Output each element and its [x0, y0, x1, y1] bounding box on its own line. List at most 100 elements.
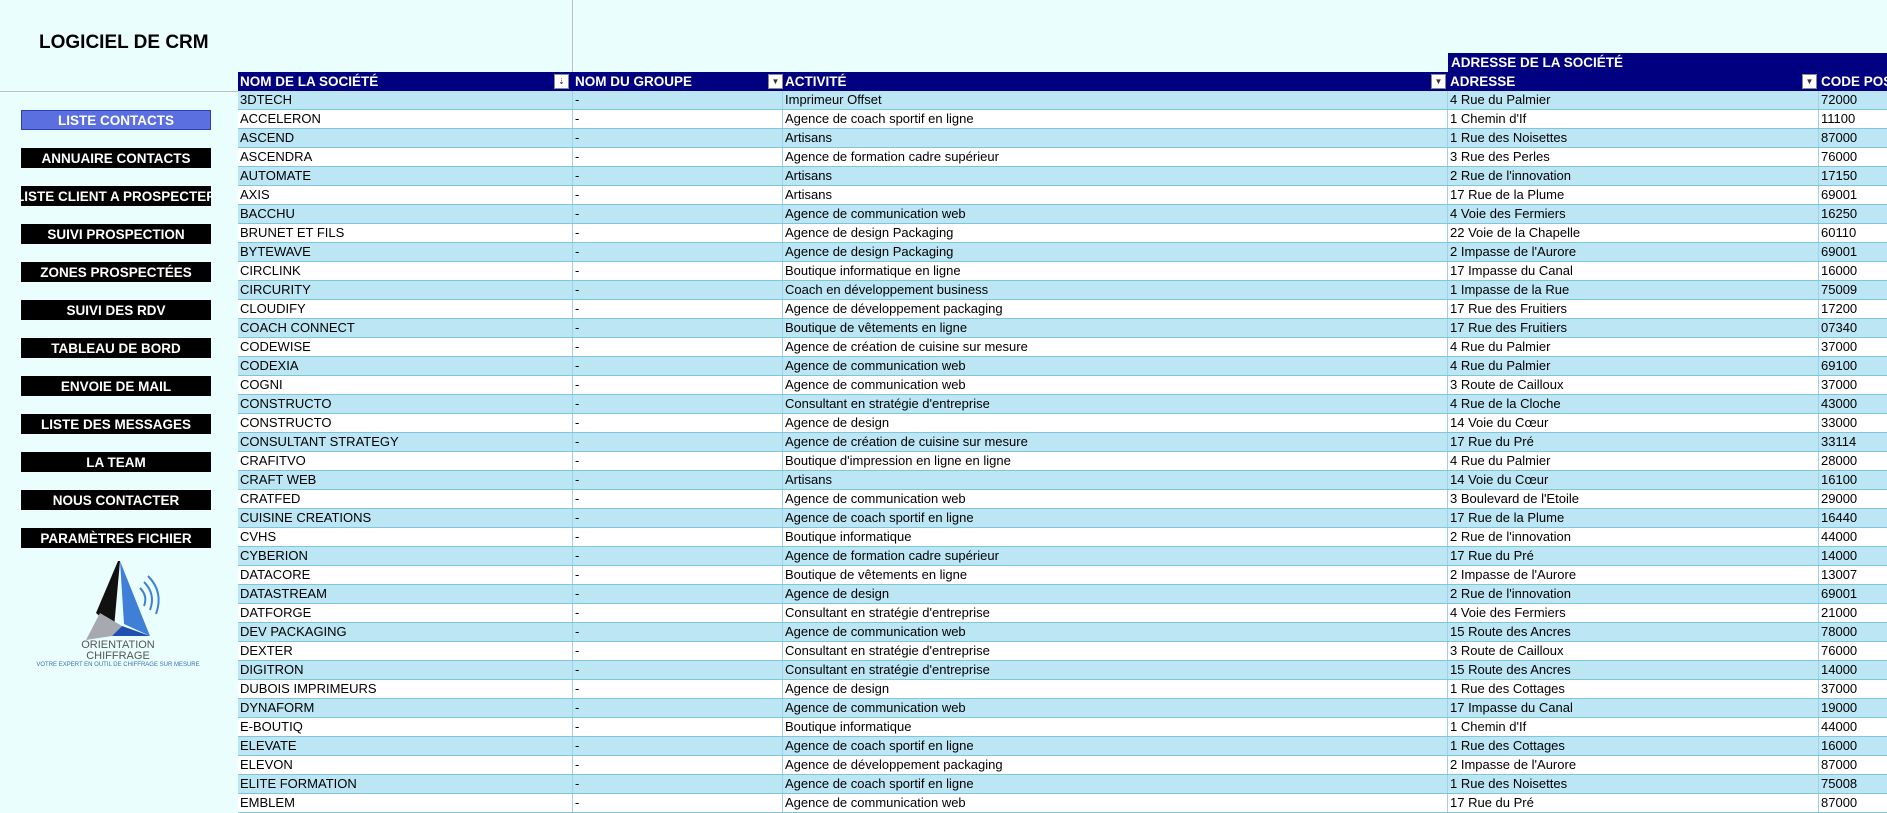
cell-address[interactable]: 4 Voie des Fermiers — [1448, 205, 1819, 223]
cell-address[interactable]: 17 Rue du Pré — [1448, 433, 1819, 451]
cell-group-name[interactable]: - — [573, 642, 783, 660]
cell-activity[interactable]: Boutique informatique en ligne — [783, 262, 1448, 280]
cell-postal-code[interactable]: 76000 — [1819, 148, 1887, 166]
table-row[interactable]: CVHS - Boutique informatique 2 Rue de l'inn… — [238, 528, 1887, 547]
cell-group-name[interactable]: - — [573, 756, 783, 774]
cell-group-name[interactable]: - — [573, 794, 783, 812]
cell-company-name[interactable]: DATASTREAM — [238, 585, 573, 603]
table-row[interactable]: ASCENDRA - Agence de formation cadre supér… — [238, 148, 1887, 167]
cell-group-name[interactable]: - — [573, 604, 783, 622]
cell-postal-code[interactable]: 69100 — [1819, 357, 1887, 375]
cell-postal-code[interactable]: 87000 — [1819, 756, 1887, 774]
nav-button-liste-client-a-prospecter[interactable]: LISTE CLIENT A PROSPECTER — [21, 186, 211, 206]
cell-address[interactable]: 3 Route de Cailloux — [1448, 642, 1819, 660]
cell-group-name[interactable]: - — [573, 338, 783, 356]
cell-address[interactable]: 4 Rue du Palmier — [1448, 452, 1819, 470]
cell-activity[interactable]: Agence de développement packaging — [783, 300, 1448, 318]
cell-address[interactable]: 4 Rue de la Cloche — [1448, 395, 1819, 413]
cell-postal-code[interactable]: 13007 — [1819, 566, 1887, 584]
cell-company-name[interactable]: CRAFT WEB — [238, 471, 573, 489]
cell-address[interactable]: 4 Voie des Fermiers — [1448, 604, 1819, 622]
nav-button-liste-des-messages[interactable]: LISTE DES MESSAGES — [21, 414, 211, 434]
cell-address[interactable]: 4 Rue du Palmier — [1448, 338, 1819, 356]
cell-company-name[interactable]: BACCHU — [238, 205, 573, 223]
cell-postal-code[interactable]: 87000 — [1819, 129, 1887, 147]
table-row[interactable]: BACCHU - Agence de communication web 4 Voie… — [238, 205, 1887, 224]
cell-activity[interactable]: Consultant en stratégie d'entreprise — [783, 661, 1448, 679]
table-row[interactable]: CODEXIA - Agence de communication web 4 Rue… — [238, 357, 1887, 376]
cell-group-name[interactable]: - — [573, 148, 783, 166]
cell-company-name[interactable]: 3DTECH — [238, 91, 573, 109]
cell-address[interactable]: 14 Voie du Cœur — [1448, 414, 1819, 432]
nav-button-zones-prospectees[interactable]: ZONES PROSPECTÉES — [21, 262, 211, 282]
cell-postal-code[interactable]: 72000 — [1819, 91, 1887, 109]
cell-address[interactable]: 15 Route des Ancres — [1448, 661, 1819, 679]
cell-address[interactable]: 14 Voie du Cœur — [1448, 471, 1819, 489]
table-row[interactable]: ACCELERON - Agence de coach sportif en lig… — [238, 110, 1887, 129]
cell-postal-code[interactable]: 17200 — [1819, 300, 1887, 318]
cell-activity[interactable]: Agence de création de cuisine sur mesure — [783, 433, 1448, 451]
cell-address[interactable]: 2 Rue de l'innovation — [1448, 528, 1819, 546]
cell-activity[interactable]: Boutique de vêtements en ligne — [783, 566, 1448, 584]
cell-postal-code[interactable]: 21000 — [1819, 604, 1887, 622]
cell-address[interactable]: 3 Boulevard de l'Etoile — [1448, 490, 1819, 508]
table-row[interactable]: CIRCURITY - Coach en développement busines… — [238, 281, 1887, 300]
cell-group-name[interactable]: - — [573, 547, 783, 565]
cell-group-name[interactable]: - — [573, 319, 783, 337]
cell-company-name[interactable]: CRAFITVO — [238, 452, 573, 470]
nav-button-liste-contacts[interactable]: LISTE CONTACTS — [21, 110, 211, 130]
cell-address[interactable]: 3 Rue des Perles — [1448, 148, 1819, 166]
cell-activity[interactable]: Artisans — [783, 471, 1448, 489]
cell-group-name[interactable]: - — [573, 91, 783, 109]
cell-company-name[interactable]: CODEWISE — [238, 338, 573, 356]
cell-address[interactable]: 2 Impasse de l'Aurore — [1448, 756, 1819, 774]
table-row[interactable]: CODEWISE - Agence de création de cuisine s… — [238, 338, 1887, 357]
cell-postal-code[interactable]: 69001 — [1819, 585, 1887, 603]
filter-dropdown-icon[interactable]: ▼ — [1802, 74, 1817, 89]
cell-group-name[interactable]: - — [573, 737, 783, 755]
filter-dropdown-icon[interactable]: ▼ — [768, 74, 783, 89]
nav-button-suivi-prospection[interactable]: SUIVI PROSPECTION — [21, 224, 211, 244]
table-row[interactable]: AXIS - Artisans 17 Rue de la Plume 69001 — [238, 186, 1887, 205]
cell-activity[interactable]: Agence de coach sportif en ligne — [783, 509, 1448, 527]
table-row[interactable]: CIRCLINK - Boutique informatique en ligne 1… — [238, 262, 1887, 281]
cell-company-name[interactable]: EMBLEM — [238, 794, 573, 812]
cell-address[interactable]: 17 Rue du Pré — [1448, 547, 1819, 565]
cell-address[interactable]: 2 Rue de l'innovation — [1448, 585, 1819, 603]
table-row[interactable]: BRUNET ET FILS - Agence de design Packagin… — [238, 224, 1887, 243]
cell-company-name[interactable]: DATACORE — [238, 566, 573, 584]
cell-address[interactable]: 3 Route de Cailloux — [1448, 376, 1819, 394]
cell-activity[interactable]: Consultant en stratégie d'entreprise — [783, 395, 1448, 413]
cell-group-name[interactable]: - — [573, 281, 783, 299]
table-row[interactable]: CONSTRUCTO - Consultant en stratégie d'ent… — [238, 395, 1887, 414]
cell-activity[interactable]: Artisans — [783, 129, 1448, 147]
cell-company-name[interactable]: COGNI — [238, 376, 573, 394]
cell-company-name[interactable]: ASCENDRA — [238, 148, 573, 166]
cell-activity[interactable]: Agence de design Packaging — [783, 224, 1448, 242]
cell-company-name[interactable]: DIGITRON — [238, 661, 573, 679]
cell-company-name[interactable]: ACCELERON — [238, 110, 573, 128]
table-row[interactable]: ELEVON - Agence de développement packaging… — [238, 756, 1887, 775]
cell-group-name[interactable]: - — [573, 718, 783, 736]
cell-postal-code[interactable]: 33000 — [1819, 414, 1887, 432]
cell-postal-code[interactable]: 16250 — [1819, 205, 1887, 223]
table-row[interactable]: DATASTREAM - Agence de design 2 Rue de l'in… — [238, 585, 1887, 604]
cell-company-name[interactable]: CVHS — [238, 528, 573, 546]
cell-postal-code[interactable]: 60110 — [1819, 224, 1887, 242]
cell-company-name[interactable]: BRUNET ET FILS — [238, 224, 573, 242]
cell-postal-code[interactable]: 16000 — [1819, 262, 1887, 280]
cell-company-name[interactable]: ASCEND — [238, 129, 573, 147]
cell-group-name[interactable]: - — [573, 205, 783, 223]
table-row[interactable]: DATFORGE - Consultant en stratégie d'entre… — [238, 604, 1887, 623]
nav-button-annuaire-contacts[interactable]: ANNUAIRE CONTACTS — [21, 148, 211, 168]
table-row[interactable]: COACH CONNECT - Boutique de vêtements en l… — [238, 319, 1887, 338]
filter-dropdown-icon[interactable]: ▼ — [1431, 74, 1446, 89]
cell-activity[interactable]: Agence de création de cuisine sur mesure — [783, 338, 1448, 356]
nav-button-envoie-de-mail[interactable]: ENVOIE DE MAIL — [21, 376, 211, 396]
table-row[interactable]: DYNAFORM - Agence de communication web 17 I… — [238, 699, 1887, 718]
cell-activity[interactable]: Consultant en stratégie d'entreprise — [783, 604, 1448, 622]
nav-button-tableau-de-bord[interactable]: TABLEAU DE BORD — [21, 338, 211, 358]
cell-address[interactable]: 17 Rue de la Plume — [1448, 186, 1819, 204]
cell-company-name[interactable]: DEXTER — [238, 642, 573, 660]
table-row[interactable]: DEXTER - Consultant en stratégie d'entrepr… — [238, 642, 1887, 661]
